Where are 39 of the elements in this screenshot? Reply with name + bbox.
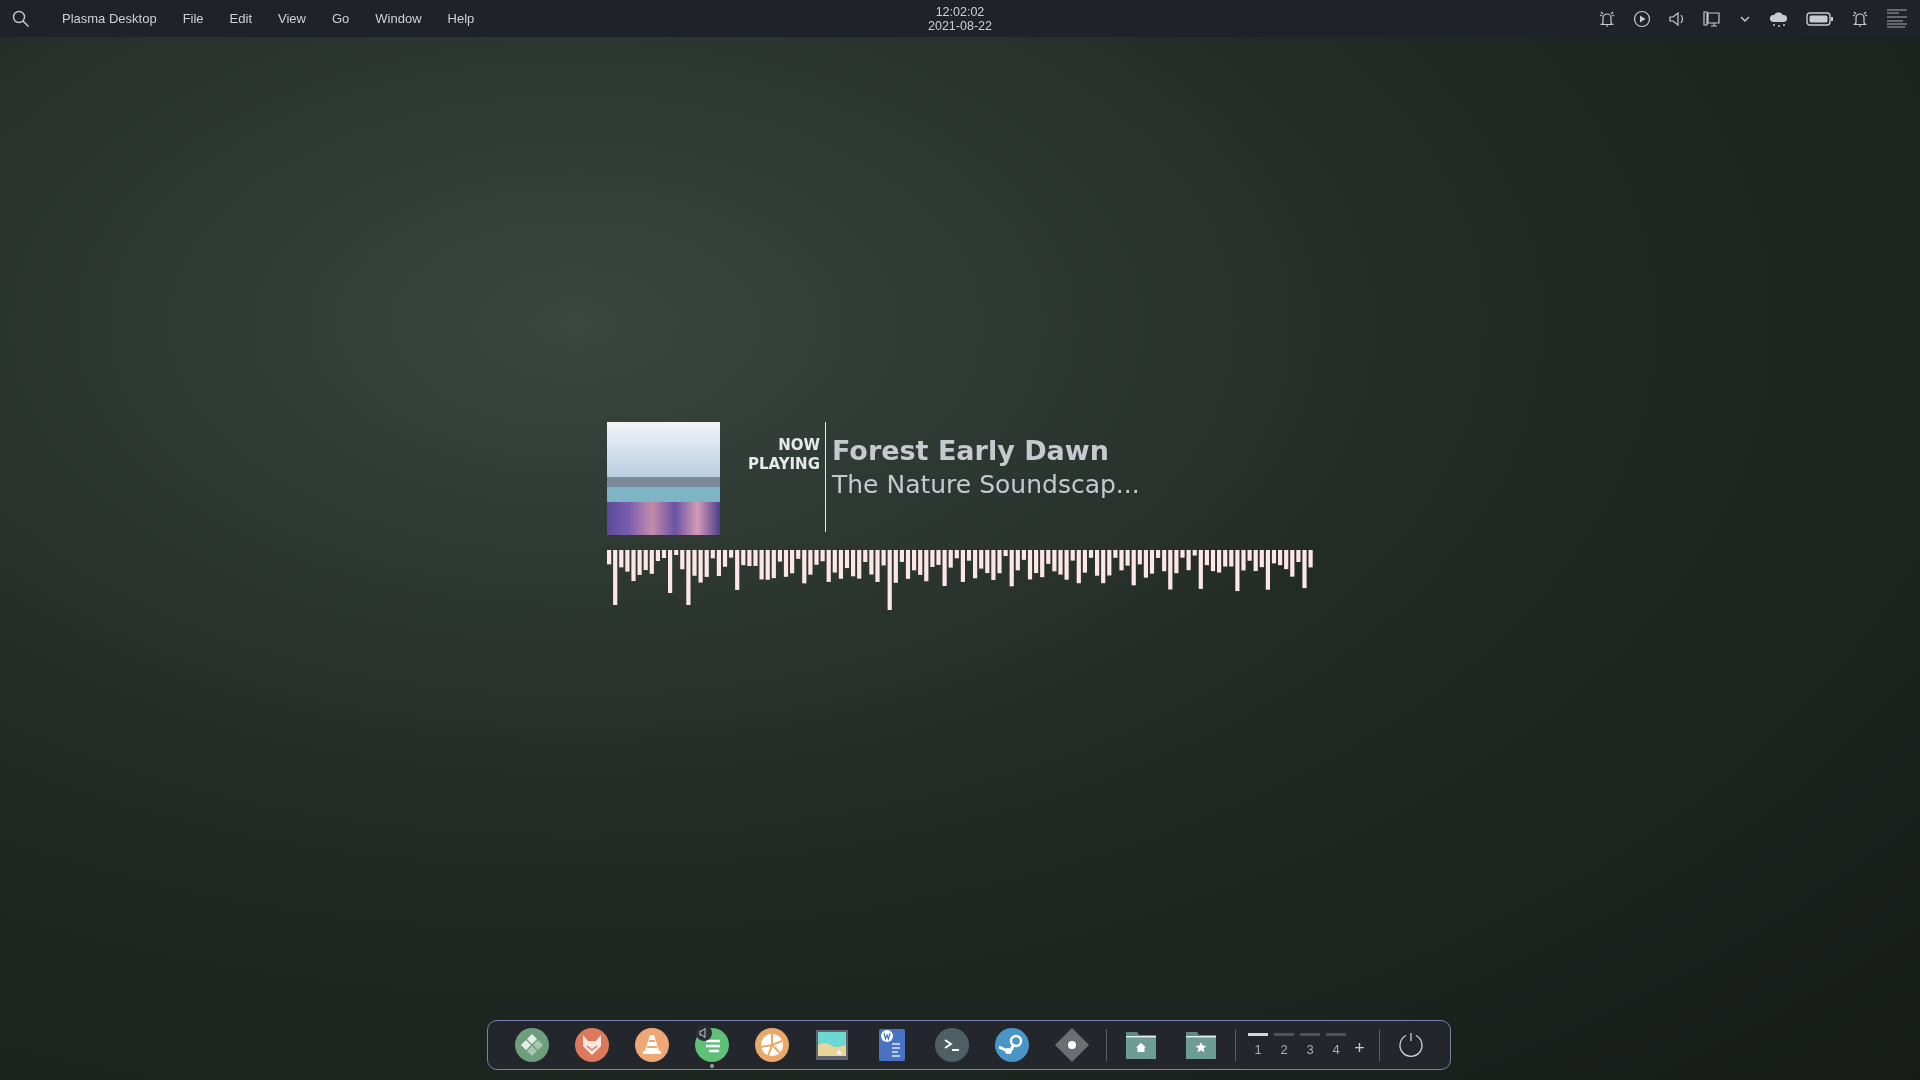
desktop-switch[interactable]: 3: [1300, 1033, 1321, 1057]
menu-item[interactable]: Window: [375, 11, 422, 26]
search-icon[interactable]: [12, 9, 30, 28]
play-icon[interactable]: [1633, 9, 1651, 28]
menu-item[interactable]: View: [278, 11, 306, 26]
picture-icon[interactable]: [815, 1028, 850, 1062]
diamond-icon[interactable]: [1054, 1027, 1091, 1063]
steam-icon[interactable]: [994, 1027, 1031, 1063]
menu-item[interactable]: File: [182, 11, 204, 26]
desktop-switch[interactable]: 4: [1326, 1033, 1347, 1057]
document-icon[interactable]: [878, 1028, 907, 1062]
clock-date: 2021-08-22: [928, 18, 992, 33]
desktop-switch[interactable]: 2: [1274, 1033, 1295, 1057]
track-artist: The Nature Soundscap...: [832, 469, 1140, 501]
now-label: NOW: [778, 436, 820, 455]
bell-icon[interactable]: [1598, 9, 1616, 28]
app-icon[interactable]: [514, 1027, 551, 1063]
playing-label: PLAYING: [747, 455, 820, 474]
add-desktop-button[interactable]: +: [1352, 1031, 1367, 1059]
desktop-switch[interactable]: 1: [1248, 1033, 1269, 1057]
monitor-icon[interactable]: [1703, 9, 1721, 28]
cloud-icon[interactable]: [1769, 9, 1789, 28]
clock-time: 12:02:02: [935, 4, 985, 19]
track-title: Forest Early Dawn: [832, 434, 1110, 468]
speaker-icon[interactable]: [1668, 9, 1686, 28]
terminal-icon[interactable]: [934, 1027, 971, 1063]
citrus-slice-icon[interactable]: [754, 1027, 791, 1063]
battery-icon[interactable]: [1806, 9, 1834, 28]
fox-icon[interactable]: [574, 1027, 611, 1063]
bell-icon[interactable]: [1851, 9, 1869, 28]
starred-folder-icon[interactable]: [1185, 1030, 1218, 1060]
home-folder-icon[interactable]: [1125, 1030, 1158, 1060]
power-icon[interactable]: [1397, 1032, 1424, 1058]
menu-item[interactable]: Edit: [229, 11, 252, 26]
menu-item[interactable]: Plasma Desktop: [62, 11, 157, 26]
menu-item[interactable]: Help: [447, 11, 475, 26]
cone-icon[interactable]: [634, 1027, 671, 1063]
menu-lines-icon[interactable]: [1886, 7, 1908, 30]
menu-item[interactable]: Go: [331, 11, 350, 26]
